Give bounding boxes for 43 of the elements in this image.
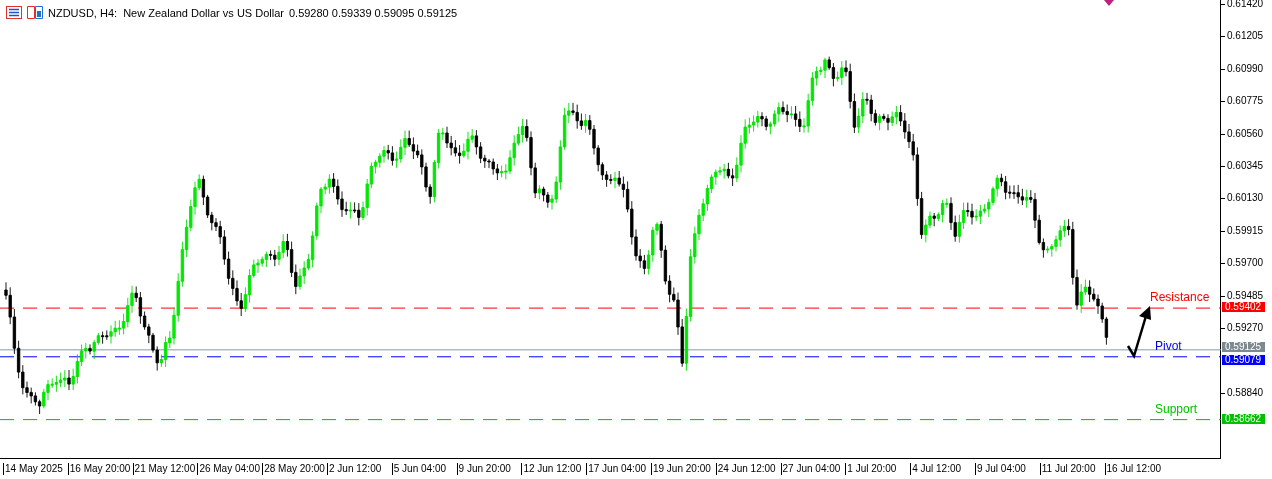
time-label: 21 May 12:00 [132, 463, 198, 475]
price-label: 0.58840 [1227, 385, 1264, 400]
time-label: 4 Jul 12:00 [910, 463, 975, 475]
price-label: 0.60990 [1227, 61, 1264, 76]
time-label: 19 Jun 20:00 [650, 463, 716, 475]
price-label: 0.59485 [1227, 288, 1264, 302]
current-price-tag: 0.59125 [1222, 341, 1265, 352]
time-label: 28 May 20:00 [262, 463, 327, 475]
price-label: 0.60345 [1227, 159, 1264, 173]
time-label: 16 Jul 12:00 [1104, 463, 1170, 475]
arrow-drawing [1126, 306, 1151, 360]
resistance-price-tag: 0.59402 [1222, 302, 1265, 313]
time-label: 16 May 20:00 [67, 463, 133, 475]
time-label: 1 Jul 20:00 [845, 463, 911, 475]
time-label: 11 Jul 20:00 [1039, 463, 1105, 475]
time-label: 26 May 04:00 [197, 463, 263, 475]
ohlc-values: 0.59280 0.59339 0.59095 0.59125 [288, 6, 458, 19]
time-label: 14 May 2025 [3, 463, 68, 475]
time-label: 24 Jun 12:00 [715, 463, 781, 475]
price-label: 0.61420 [1227, 0, 1264, 11]
time-label: 9 Jun 20:00 [456, 463, 522, 475]
support-price-tag: 0.58662 [1222, 413, 1265, 424]
time-label: 27 Jun 04:00 [780, 463, 846, 475]
price-label: 0.59270 [1227, 321, 1264, 335]
resistance-label: Resistance [1150, 290, 1210, 305]
time-label: 12 Jun 12:00 [521, 463, 587, 475]
time-label: 2 Jun 12:00 [327, 463, 392, 475]
marker-icon [1104, 0, 1114, 6]
price-label: 0.61205 [1227, 29, 1264, 44]
price-label: 0.60130 [1227, 191, 1264, 206]
support-label: Support [1155, 401, 1198, 416]
window-icon[interactable] [27, 6, 43, 19]
time-label: 5 Jun 04:00 [391, 463, 457, 475]
price-label: 0.60560 [1227, 126, 1264, 141]
price-label: 0.59915 [1227, 223, 1264, 238]
time-label: 9 Jul 04:00 [974, 463, 1040, 475]
chart-title: NZDUSD, H4: New Zealand Dollar vs US Dollar [48, 6, 284, 19]
pivot-label: Pivot [1155, 338, 1182, 353]
price-label: 0.59700 [1227, 256, 1264, 271]
list-icon[interactable] [6, 6, 22, 19]
time-label: 17 Jun 04:00 [586, 463, 651, 475]
pivot-price-tag: 0.59079 [1222, 354, 1265, 365]
price-label: 0.60775 [1227, 94, 1264, 109]
